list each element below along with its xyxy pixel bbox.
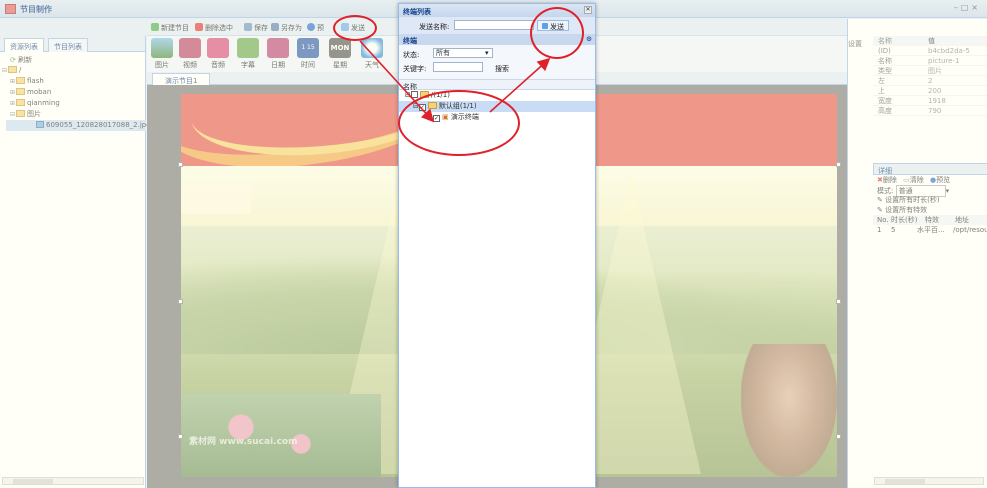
- annotation-arrows: [359, 40, 551, 123]
- arrow-to-send: [489, 57, 551, 113]
- arrow-to-terminal: [359, 40, 435, 123]
